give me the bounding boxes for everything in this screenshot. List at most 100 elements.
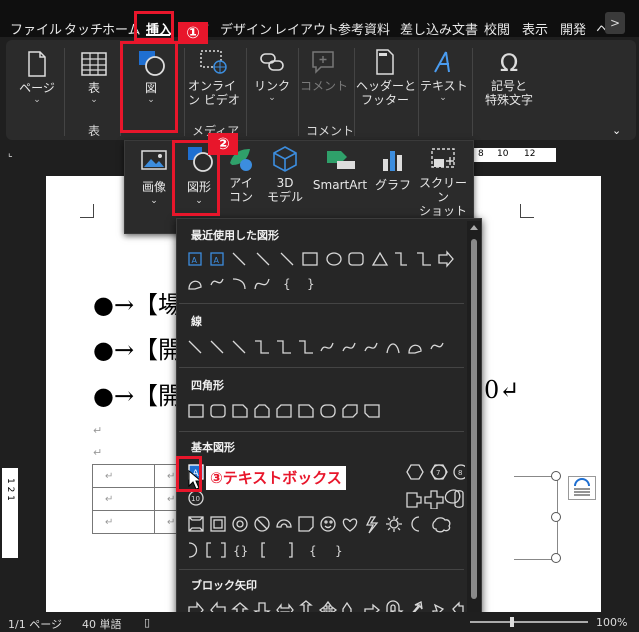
shapes-scrollbar[interactable] [467,221,481,627]
page-count[interactable]: 1/1 ページ [8,616,62,632]
basic-shapes-row-3[interactable] [185,513,465,535]
zoom-slider[interactable] [470,621,588,623]
zoom-slider-thumb[interactable] [510,617,514,627]
section-rectangles: 四角形 [191,379,224,392]
crop-mark [520,204,534,218]
3d-models-button[interactable]: 3D モデル [263,145,307,204]
separator [64,48,65,136]
svg-text:{: { [309,544,317,558]
screenshot-label-1: スクリーン [418,176,467,204]
symbols-label-2: 特殊文字 [484,93,533,107]
link-icon [260,53,284,71]
symbols-label-1: 記号と [490,79,527,93]
separator [418,48,419,136]
ruler-number: 10 [497,149,509,159]
comment-button[interactable]: コメント [300,48,349,93]
recent-shapes-row-1[interactable]: A A [185,249,465,269]
collapse-ribbon-icon[interactable]: ⌄ [612,124,621,137]
recent-shapes-row-2[interactable]: { } [185,273,465,293]
status-bar: 1/1 ページ 40 単語 ▯ 100% [0,612,639,632]
step-3-callout: ③テキストボックス [206,466,346,490]
step-1-badge: ① [178,22,208,44]
pictures-label: 画像 [141,180,166,194]
svg-text:Ω: Ω [500,49,518,76]
svg-text:{: { [283,277,291,291]
tab-layout[interactable]: レイアウト [274,19,339,38]
resize-handle[interactable] [551,512,561,522]
tab-review[interactable]: 校閲 [484,19,510,38]
header-footer-button[interactable]: ヘッダーと フッター [356,48,417,107]
chevron-down-icon: ⌄ [33,95,41,105]
header-footer-label-1: ヘッダーと [356,79,417,93]
tab-mailings[interactable]: 差し込み文書 [400,19,478,38]
smartart-icon [327,151,355,169]
separator [472,48,473,136]
book-icon[interactable]: ▯ [144,616,150,629]
svg-text:10: 10 [191,495,200,503]
smartart-button[interactable]: SmartArt [311,145,369,192]
tab-references[interactable]: 参考資料 [338,19,390,38]
smartart-label: SmartArt [312,178,368,192]
highlight-shapes-button [172,140,220,216]
online-video-button[interactable]: オンライ ン ビデオ [188,48,240,107]
lines-row[interactable] [185,337,465,357]
group-label-table: 表 [88,124,101,138]
separator [246,48,247,136]
svg-text:7: 7 [436,469,440,477]
tab-touch[interactable]: タッチ [64,19,103,38]
online-video-label-2: ン ビデオ [188,93,240,107]
pages-button[interactable]: ページ ⌄ [16,48,58,105]
document-line-1: ●→【場 [93,291,183,319]
zoom-level[interactable]: 100% [596,616,627,629]
scroll-up-icon[interactable] [470,225,478,230]
highlight-figure-button [120,41,178,133]
scrollbar-thumb[interactable] [471,239,477,599]
chevron-down-icon: ⌄ [150,196,158,206]
basic-shapes-row-4[interactable]: {} { } [185,539,465,561]
3d-models-label-2: モデル [266,190,303,204]
paragraph-mark: ↵ [93,424,103,437]
chart-button[interactable]: グラフ [375,145,411,192]
pictures-button[interactable]: 画像 ⌄ [131,149,177,208]
crop-mark [80,204,94,218]
resize-handle[interactable] [551,471,561,481]
ruler-number: 12 [524,149,536,159]
paragraph-mark: ↵ [93,446,103,459]
word-count[interactable]: 40 単語 [82,616,122,632]
basic-shapes-row-2[interactable]: 10 [185,487,465,509]
online-video-label-1: オンライ [188,79,237,93]
resize-handle[interactable] [551,553,561,563]
svg-text:}: } [335,544,343,558]
ribbon-insert: ページ ⌄ 表 ⌄ 表 図 ⌄ オンライ ン ビデオ メディア リンク ⌄ コメ… [6,40,636,140]
cube-icon [273,146,297,172]
table-cell[interactable]: ↵ [92,487,155,511]
table-cell[interactable]: ↵ [92,464,155,488]
section-basic-shapes: 基本図形 [191,441,235,454]
section-lines: 線 [191,315,202,328]
separator [184,48,185,136]
divider [179,431,464,432]
layout-options-button[interactable] [568,476,596,500]
text-button[interactable]: テキスト ⌄ [420,48,468,103]
tabs-scroll-button[interactable]: > [605,12,625,34]
symbols-button[interactable]: Ω 記号と 特殊文字 [476,48,542,107]
tab-selector-icon[interactable]: ⌞ [8,148,13,159]
screenshot-button[interactable]: スクリーン ショット [415,145,471,218]
link-button[interactable]: リンク ⌄ [250,48,294,103]
tab-design[interactable]: デザイン [220,19,272,38]
header-footer-label-2: フッター [360,93,409,107]
ruler-number: 8 [478,149,484,159]
divider [179,367,464,368]
comment-label: コメント [300,79,349,93]
chevron-down-icon: ⌄ [439,93,447,103]
svg-text:A: A [192,256,198,265]
tab-file[interactable]: ファイル [10,19,62,38]
tab-developer[interactable]: 開発 [560,19,586,38]
rectangles-row[interactable] [185,401,465,421]
tab-view[interactable]: 表示 [522,19,548,38]
screenshot-icon [431,148,455,168]
table-label: 表 [87,81,100,95]
layout-options-icon [574,478,590,496]
table-button[interactable]: 表 ⌄ [74,48,114,105]
table-cell[interactable]: ↵ [92,510,155,534]
